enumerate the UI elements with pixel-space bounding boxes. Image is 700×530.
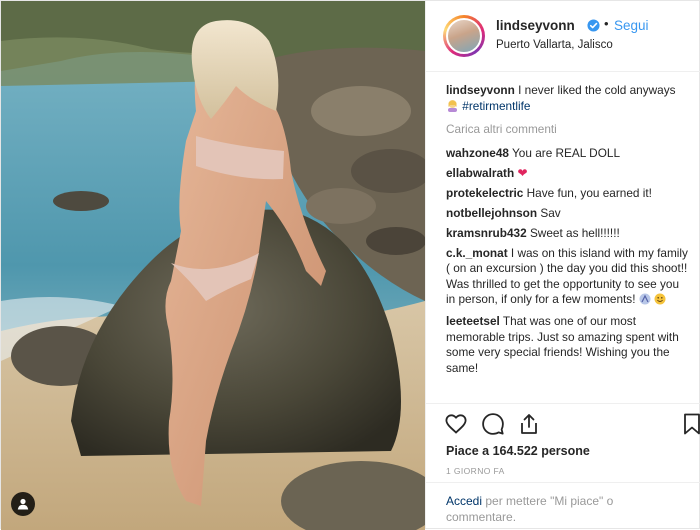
share-icon[interactable] (517, 412, 541, 436)
login-prompt: Accedi per mettere "Mi piace" o commenta… (426, 482, 700, 530)
comment-username[interactable]: wahzone48 (446, 146, 509, 160)
comment-item: ellabwalrath ❤ (446, 166, 691, 182)
comment-username[interactable]: protekelectric (446, 186, 523, 200)
comment-username[interactable]: kramsnrub432 (446, 226, 527, 240)
avatar[interactable] (446, 18, 482, 54)
header-username[interactable]: lindseyvonn (496, 18, 575, 33)
login-prompt-text: Accedi per mettere "Mi piace" o commenta… (446, 493, 676, 525)
post-header: lindseyvonn • Segui Puerto Vallarta, Jal… (426, 1, 700, 72)
story-ring[interactable] (443, 15, 485, 57)
smiley-emoji-icon (654, 293, 666, 310)
comment-text: Sav (540, 205, 561, 220)
comment-bubble-icon[interactable] (481, 412, 505, 436)
user-tag-button[interactable] (11, 492, 35, 516)
post-timestamp[interactable]: 1 GIORNO FA (446, 466, 505, 476)
woman-emoji-icon (446, 99, 459, 117)
comment-item: leeteetsel That was one of our most memo… (446, 314, 691, 376)
location-link[interactable]: Puerto Vallarta, Jalisco (496, 39, 613, 51)
woman-dancing-emoji-icon (639, 293, 651, 310)
login-link[interactable]: Accedi (446, 494, 482, 508)
heart-icon[interactable] (444, 412, 468, 436)
comments-section: lindseyvonn I never liked the cold anywa… (446, 83, 691, 381)
comment-username[interactable]: leeteetsel (446, 314, 500, 328)
header-separator: • (604, 16, 609, 31)
comment-text: You are REAL DOLL (512, 145, 621, 160)
comment-text: Have fun, you earned it! (526, 185, 652, 200)
caption-hashtag[interactable]: #retirmentlife (462, 99, 530, 113)
caption-username[interactable]: lindseyvonn (446, 83, 515, 97)
caption: lindseyvonn I never liked the cold anywa… (446, 83, 691, 116)
comment-username[interactable]: c.k._monat (446, 246, 508, 260)
follow-button[interactable]: Segui (614, 18, 649, 33)
comment-item: protekelectric Have fun, you earned it! (446, 186, 691, 202)
instagram-post: lindseyvonn • Segui Puerto Vallarta, Jal… (0, 0, 700, 530)
post-side-panel: lindseyvonn • Segui Puerto Vallarta, Jal… (425, 1, 700, 528)
comment-item: c.k._monat I was on this island with my … (446, 246, 691, 310)
user-tag-icon (17, 498, 29, 510)
beach-photo-illustration (1, 1, 425, 530)
likes-count[interactable]: Piace a 164.522 persone (446, 444, 590, 458)
comment-text: Sweet as hell!!!!!! (529, 225, 620, 240)
bookmark-icon[interactable] (680, 412, 700, 436)
post-actions: Piace a 164.522 persone 1 GIORNO FA Acce… (426, 403, 700, 529)
caption-text: I never liked the cold anyways (518, 83, 676, 97)
red-heart-emoji-icon: ❤ (517, 165, 528, 180)
comment-item: wahzone48 You are REAL DOLL (446, 146, 691, 162)
comment-username[interactable]: ellabwalrath (446, 166, 514, 180)
load-more-comments[interactable]: Carica altri commenti (446, 122, 691, 138)
verified-badge-icon (587, 19, 600, 32)
post-photo[interactable] (1, 1, 425, 530)
comment-item: kramsnrub432 Sweet as hell!!!!!! (446, 226, 691, 242)
comment-username[interactable]: notbellejohnson (446, 206, 537, 220)
comment-item: notbellejohnson Sav (446, 206, 691, 222)
